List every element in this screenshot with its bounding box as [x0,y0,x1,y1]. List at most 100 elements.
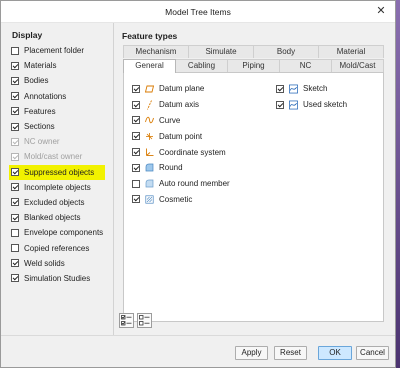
feature-item-auto-round-member[interactable]: Auto round member [132,176,272,192]
display-item-nc-owner: NC owner [11,134,111,149]
checkbox[interactable] [132,179,140,188]
display-item-label: Bodies [24,76,49,86]
tab-row-2: General Cabling Piping NC Mold/Cast [123,59,384,73]
display-item-label: Annotations [24,91,67,101]
checkbox[interactable] [132,163,140,172]
tab-body[interactable]: Body [254,45,319,58]
tab-mechanism[interactable]: Mechanism [123,45,189,58]
checkbox[interactable] [11,183,19,192]
display-item-mold-cast-owner: Mold/cast owner [11,149,111,164]
display-item-blanked-objects[interactable]: Blanked objects [11,210,111,225]
title-bar: Model Tree Items ✕ [1,1,395,23]
feature-item-used-sketch[interactable]: Used sketch [276,97,376,113]
datum-plane-icon [145,84,154,94]
ok-button[interactable]: OK [318,346,352,360]
apply-button[interactable]: Apply [235,346,268,360]
checkbox[interactable] [11,92,19,101]
footer-divider [1,335,395,336]
feature-item-coordinate-system[interactable]: Coordinate system [132,144,272,160]
checkbox[interactable] [276,100,284,109]
cosmetic-icon [145,194,154,204]
checkbox[interactable] [132,132,140,141]
feature-types-title: Feature types [122,31,178,41]
display-item-simulation-studies[interactable]: Simulation Studies [11,271,111,286]
tab-simulate[interactable]: Simulate [189,45,254,58]
datum-axis-icon [145,100,154,110]
tab-mold-cast[interactable]: Mold/Cast [332,59,384,72]
checkbox[interactable] [11,46,19,55]
selection-buttons [119,313,152,328]
checkbox[interactable] [11,274,19,283]
display-item-bodies[interactable]: Bodies [11,73,111,88]
tab-piping[interactable]: Piping [228,59,280,72]
checkbox[interactable] [11,61,19,70]
feature-item-label: Used sketch [303,100,348,110]
checkbox[interactable] [132,84,140,93]
tab-row-1: Mechanism Simulate Body Material [123,45,384,58]
display-item-label: Materials [24,61,57,71]
display-title: Display [12,30,43,40]
tab-pane-general: Datum plane Datum axis Curve Datum point Coo… [123,72,384,322]
checkbox[interactable] [11,122,19,131]
display-item-incomplete-objects[interactable]: Incomplete objects [11,180,111,195]
round-icon [145,163,154,173]
checkbox[interactable] [132,195,140,204]
display-item-label: Blanked objects [24,213,81,223]
used-sketch-icon [289,100,298,110]
feature-item-curve[interactable]: Curve [132,113,272,129]
feature-item-round[interactable]: Round [132,160,272,176]
display-item-suppressed-objects[interactable]: Suppressed objects [9,164,105,180]
dialog-window: Model Tree Items ✕ Display Placement fol… [0,0,396,368]
feature-item-label: Cosmetic [159,194,193,204]
feature-item-cosmetic[interactable]: Cosmetic [132,192,272,208]
display-item-label: Simulation Studies [24,273,91,283]
auto-round-icon [145,179,154,189]
display-item-features[interactable]: Features [11,104,111,119]
dialog-title: Model Tree Items [165,7,231,17]
feature-item-label: Datum plane [159,84,205,94]
select-all-icon [121,315,132,326]
display-item-label: Placement folder [24,46,85,56]
checkbox[interactable] [11,168,19,177]
checkbox[interactable] [132,148,140,157]
checkbox[interactable] [11,76,19,85]
checkbox [11,137,19,146]
tab-material[interactable]: Material [319,45,384,58]
display-item-annotations[interactable]: Annotations [11,89,111,104]
checkbox[interactable] [11,244,19,253]
checkbox[interactable] [11,198,19,207]
display-item-placement-folder[interactable]: Placement folder [11,43,111,58]
display-item-label: Features [24,106,56,116]
checkbox[interactable] [276,84,284,93]
feature-list-col2: Sketch Used sketch [276,81,376,113]
checkbox[interactable] [132,100,140,109]
checkbox[interactable] [11,107,19,116]
coordinate-system-icon [145,147,154,157]
checkbox[interactable] [132,116,140,125]
reset-button[interactable]: Reset [274,346,307,360]
feature-item-datum-axis[interactable]: Datum axis [132,97,272,113]
display-item-excluded-objects[interactable]: Excluded objects [11,195,111,210]
display-item-label: Sections [24,122,55,132]
cancel-button[interactable]: Cancel [356,346,389,360]
tab-nc[interactable]: NC [280,59,332,72]
feature-item-label: Auto round member [159,179,230,189]
checkbox[interactable] [11,213,19,222]
display-item-weld-solids[interactable]: Weld solids [11,256,111,271]
select-all-button[interactable] [119,313,134,328]
display-item-materials[interactable]: Materials [11,58,111,73]
feature-item-datum-plane[interactable]: Datum plane [132,81,272,97]
tab-cabling[interactable]: Cabling [176,59,228,72]
curve-icon [145,115,154,125]
feature-item-sketch[interactable]: Sketch [276,81,376,97]
display-item-envelope-components[interactable]: Envelope components [11,225,111,240]
display-item-copied-references[interactable]: Copied references [11,240,111,255]
clear-all-button[interactable] [137,313,152,328]
display-item-label: Weld solids [24,258,65,268]
display-item-sections[interactable]: Sections [11,119,111,134]
checkbox[interactable] [11,228,19,237]
close-icon[interactable]: ✕ [375,5,387,17]
checkbox[interactable] [11,259,19,268]
feature-item-datum-point[interactable]: Datum point [132,128,272,144]
tab-general[interactable]: General [123,59,176,73]
